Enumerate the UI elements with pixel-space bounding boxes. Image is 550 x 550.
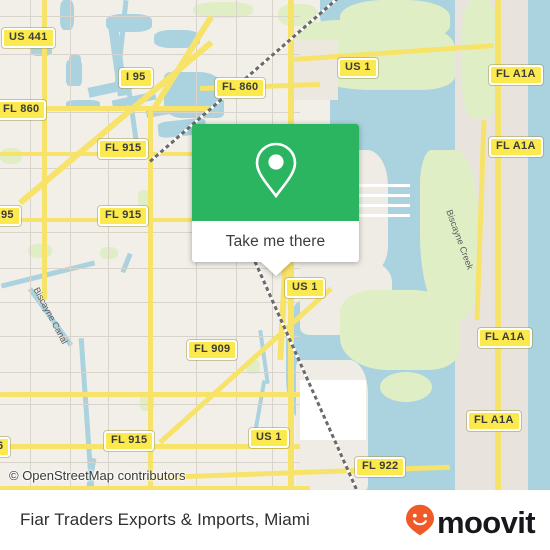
- moovit-pin-smiley-icon: [405, 504, 435, 541]
- pier-7: [300, 416, 366, 419]
- pier-1: [354, 184, 410, 187]
- park-left-small2: [28, 244, 52, 258]
- road-shield-fl860-west[interactable]: FL 860: [0, 100, 47, 120]
- road-shield-a1a-upper[interactable]: FL A1A: [489, 137, 543, 157]
- take-me-there-button[interactable]: Take me there: [226, 233, 326, 251]
- road-shield-left-partial[interactable]: 6: [0, 437, 11, 457]
- grid-v-1: [30, 0, 31, 490]
- moovit-logo[interactable]: moovit: [405, 504, 536, 541]
- road-shield-fl915-upper[interactable]: FL 915: [98, 139, 149, 159]
- water-lake-nw1: [60, 0, 74, 30]
- callout-header: [192, 124, 359, 221]
- block-urban-n: [292, 40, 338, 100]
- park-midright: [340, 290, 460, 370]
- pier-5: [300, 396, 366, 399]
- road-shield-a1a-north[interactable]: FL A1A: [489, 65, 543, 85]
- location-callout-card[interactable]: Take me there: [192, 124, 359, 276]
- park-left-small3: [100, 247, 118, 259]
- grid-v-2: [70, 0, 71, 490]
- callout-pointer-tail: [260, 262, 291, 276]
- pier-8: [300, 426, 366, 429]
- pier-4: [354, 214, 410, 217]
- road-shield-fl860-north[interactable]: FL 860: [215, 78, 266, 98]
- map-pin-icon: [253, 141, 299, 204]
- road-shield-a1a-mid[interactable]: FL A1A: [478, 328, 532, 348]
- road-shield-fl922[interactable]: FL 922: [355, 457, 406, 477]
- footer-bar: Fiar Traders Exports & Imports, Miami mo…: [0, 490, 550, 550]
- road-lower-h1[interactable]: [0, 392, 300, 397]
- screenshot-root: Biscayne Canal Biscayne Creek US 441 I 9…: [0, 0, 550, 550]
- pier-3: [354, 204, 410, 207]
- pier-6: [300, 406, 366, 409]
- callout-body[interactable]: Take me there: [192, 221, 359, 276]
- road-shield-us1-lower[interactable]: US 1: [249, 428, 289, 448]
- road-shield-us1-mid[interactable]: US 1: [285, 278, 325, 298]
- park-bayfront-e: [462, 0, 498, 118]
- park-island-ne: [340, 0, 450, 42]
- road-shield-fl915-lower[interactable]: FL 915: [104, 431, 155, 451]
- road-shield-us1-north[interactable]: US 1: [338, 58, 378, 78]
- map-canvas[interactable]: Biscayne Canal Biscayne Creek US 441 I 9…: [0, 0, 550, 490]
- osm-attribution: © OpenStreetMap contributors: [9, 468, 186, 483]
- road-shield-fl909[interactable]: FL 909: [187, 340, 238, 360]
- road-shield-i95-west[interactable]: 95: [0, 206, 21, 226]
- pier-2: [354, 194, 410, 197]
- moovit-wordmark: moovit: [436, 505, 536, 540]
- park-left-small1: [0, 148, 22, 164]
- road-shield-us441[interactable]: US 441: [2, 28, 55, 48]
- page-title: Fiar Traders Exports & Imports, Miami: [20, 510, 310, 529]
- road-shield-fl915-mid[interactable]: FL 915: [98, 206, 149, 226]
- road-shield-i95[interactable]: I 95: [119, 68, 153, 88]
- road-shield-a1a-lower[interactable]: FL A1A: [467, 411, 521, 431]
- park-isle-south: [380, 372, 432, 402]
